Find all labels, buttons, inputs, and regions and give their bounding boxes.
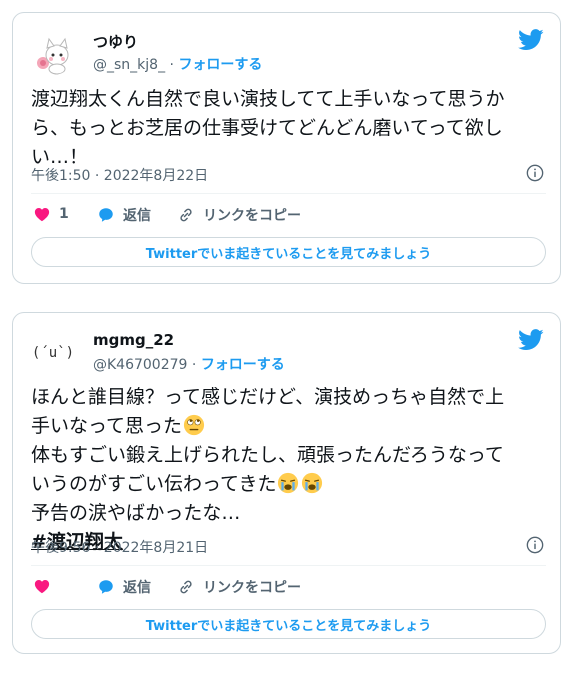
reply-button[interactable]: 返信 xyxy=(97,577,151,597)
copy-link-label: リンクをコピー xyxy=(203,208,301,224)
timestamp[interactable]: 午後9:56 · 2022年8月21日 xyxy=(31,540,208,556)
tweet-text-line: 渡辺翔太くん自然で良い演技してて上手いなって思うか xyxy=(31,88,505,110)
heart-icon xyxy=(34,580,50,594)
copy-link-button[interactable]: リンクをコピー xyxy=(177,577,301,597)
tweet-text-segment: 手いなって思った xyxy=(31,415,183,437)
twitter-bird-icon[interactable] xyxy=(518,29,544,51)
separator-dot: · xyxy=(169,57,174,73)
tweet-text-line: ほんと誰目線？って感じだけど、演技めっちゃ自然で上 xyxy=(31,386,505,408)
separator-dot: · xyxy=(191,357,197,373)
tweet-meta: 午後9:56 · 2022年8月21日 xyxy=(31,536,546,557)
tweet-header: (´u`) mgmg_22 @K46700279 · フォローする xyxy=(27,327,546,375)
copy-link-button[interactable]: リンクをコピー xyxy=(177,205,301,225)
link-icon xyxy=(180,208,192,222)
follow-link[interactable]: フォローする xyxy=(178,57,262,73)
like-count: 1 xyxy=(59,206,69,222)
cat-avatar-icon xyxy=(31,31,75,75)
timestamp[interactable]: 午後1:50 · 2022年8月22日 xyxy=(31,168,208,184)
reply-button[interactable]: 返信 xyxy=(97,205,151,225)
heart-icon xyxy=(34,208,50,222)
action-bar: 返信 リンクをコピー xyxy=(31,577,546,599)
tweet-text-line: 手いなって思った xyxy=(31,412,546,441)
action-bar: 1 返信 リンクをコピー xyxy=(31,205,546,227)
tweet-card-1[interactable]: つゆり @_sn_kj8_ · フォローする 渡辺翔太くん自然で良い演技してて上… xyxy=(12,12,561,284)
tweet-header: つゆり @_sn_kj8_ · フォローする xyxy=(27,27,546,75)
display-name[interactable]: つゆり xyxy=(93,31,138,52)
info-icon[interactable] xyxy=(526,536,544,554)
handle-row: @_sn_kj8_ · フォローする xyxy=(93,54,262,74)
twitter-bird-icon[interactable] xyxy=(518,329,544,351)
tweet-text-line: ら、もっとお芝居の仕事受けてどんどん磨いてって欲し xyxy=(31,117,503,139)
copy-link-label: リンクをコピー xyxy=(203,580,301,596)
see-whats-happening-button[interactable]: Twitterでいま起きていることを見てみましょう xyxy=(31,609,546,639)
tweet-card-2[interactable]: (´u`) mgmg_22 @K46700279 · フォローする ほんと誰目線… xyxy=(12,312,561,654)
rolling-eyes-emoji-icon xyxy=(183,414,205,436)
reply-bubble-icon xyxy=(99,580,113,594)
divider xyxy=(31,193,546,194)
tweet-text: ほんと誰目線？って感じだけど、演技めっちゃ自然で上 手いなって思った 体もすごい… xyxy=(31,383,546,557)
reply-bubble-icon xyxy=(99,208,113,222)
like-button[interactable]: 1 xyxy=(33,205,69,223)
tweet-meta: 午後1:50 · 2022年8月22日 xyxy=(31,164,546,185)
display-name[interactable]: mgmg_22 xyxy=(93,331,174,349)
tweet-text-line: 体もすごい鍛え上げられたし、頑張ったんだろうなって xyxy=(31,444,504,466)
avatar[interactable] xyxy=(31,31,75,75)
follow-link[interactable]: フォローする xyxy=(201,357,285,373)
link-icon xyxy=(180,580,192,594)
tweet-text-segment: いうのがすごい伝わってきた xyxy=(31,473,277,495)
avatar[interactable]: (´u`) xyxy=(31,331,75,375)
tweet-text: 渡辺翔太くん自然で良い演技してて上手いなって思うか ら、もっとお芝居の仕事受けて… xyxy=(31,85,546,172)
info-icon[interactable] xyxy=(526,164,544,182)
handle[interactable]: @K46700279 xyxy=(93,357,187,373)
crying-emoji-icon xyxy=(302,472,323,494)
like-button[interactable] xyxy=(33,577,59,595)
reply-label: 返信 xyxy=(123,208,151,224)
tweet-text-line: いうのがすごい伝わってきた xyxy=(31,470,546,499)
reply-label: 返信 xyxy=(123,580,151,596)
handle[interactable]: @_sn_kj8_ xyxy=(93,57,165,73)
see-whats-happening-button[interactable]: Twitterでいま起きていることを見てみましょう xyxy=(31,237,546,267)
handle-row: @K46700279 · フォローする xyxy=(93,354,285,374)
tweet-text-line: 予告の涙やばかったな… xyxy=(31,502,241,524)
crying-emoji-icon xyxy=(278,472,299,494)
divider xyxy=(31,565,546,566)
